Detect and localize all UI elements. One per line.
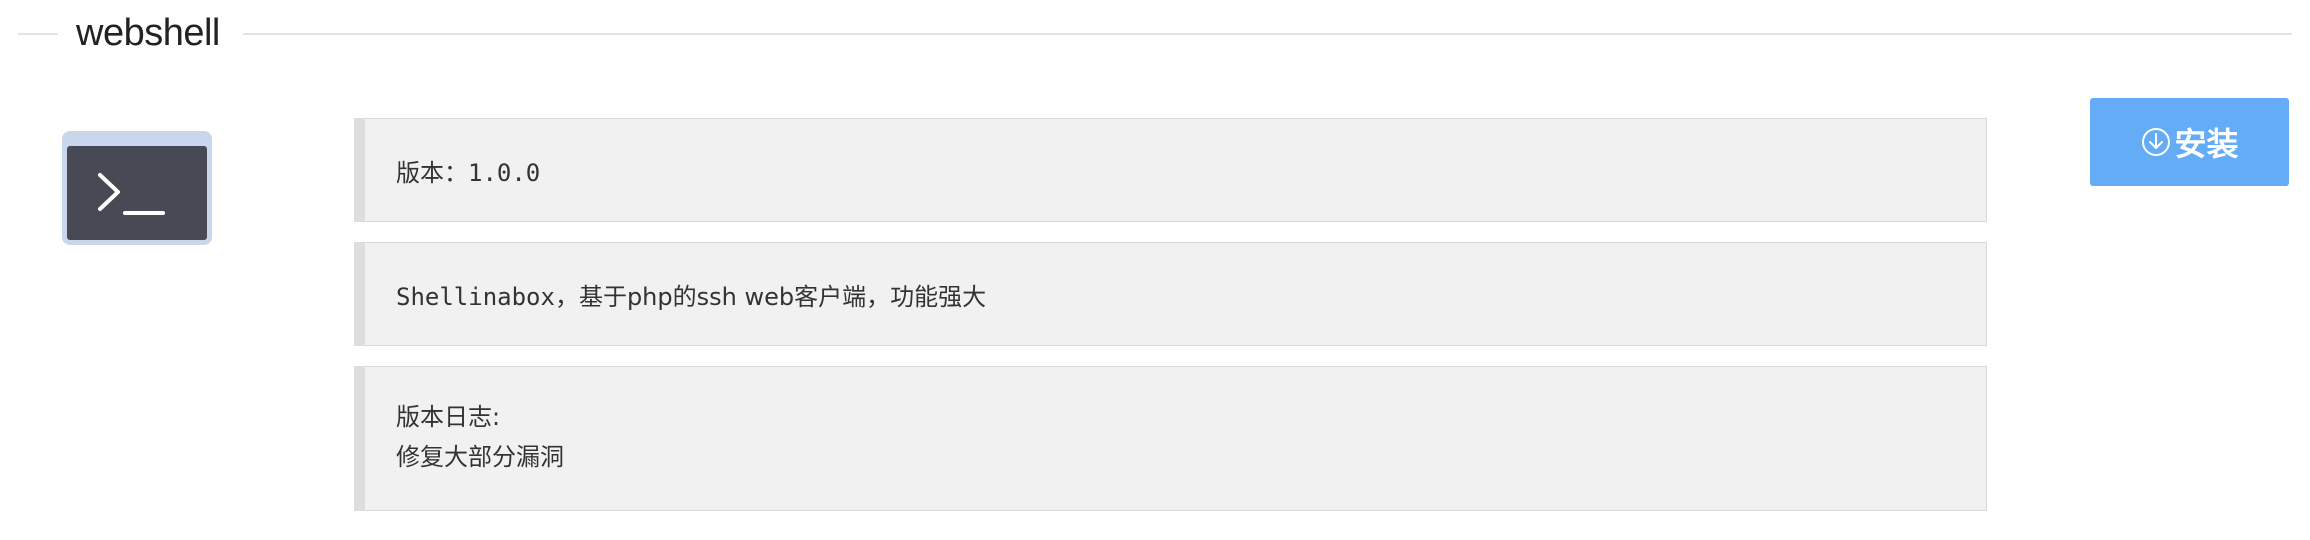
plugin-page: webshell 版本：1.0.0 Shellinabox，基于php的ssh … xyxy=(0,0,2310,540)
terminal-icon xyxy=(62,131,212,245)
section-divider-right xyxy=(243,33,2292,35)
description-card: Shellinabox，基于php的ssh web客户端，功能强大 xyxy=(354,242,1987,346)
changelog-card: 版本日志: 修复大部分漏洞 xyxy=(354,366,1987,511)
version-label: 版本： xyxy=(396,159,468,187)
install-button[interactable]: 安装 xyxy=(2090,98,2289,186)
prompt-icon xyxy=(98,173,165,215)
description-text: 基于php的ssh web客户端，功能强大 xyxy=(578,283,987,311)
version-card: 版本：1.0.0 xyxy=(354,118,1987,222)
changelog-text: 修复大部分漏洞 xyxy=(396,443,564,471)
version-line: 版本：1.0.0 xyxy=(396,153,540,188)
window-dots xyxy=(70,137,100,152)
terminal-screen xyxy=(67,146,207,240)
section-title: webshell xyxy=(76,12,220,54)
description-prefix: Shellinabox， xyxy=(396,283,579,311)
section-divider-left xyxy=(18,33,58,35)
download-circle-icon xyxy=(2142,128,2171,156)
changelog-content: 版本日志: 修复大部分漏洞 xyxy=(396,397,564,477)
version-value: 1.0.0 xyxy=(468,159,541,187)
changelog-label: 版本日志: xyxy=(396,403,501,431)
description-line: Shellinabox，基于php的ssh web客户端，功能强大 xyxy=(396,277,986,312)
install-label: 安装 xyxy=(2174,125,2239,163)
